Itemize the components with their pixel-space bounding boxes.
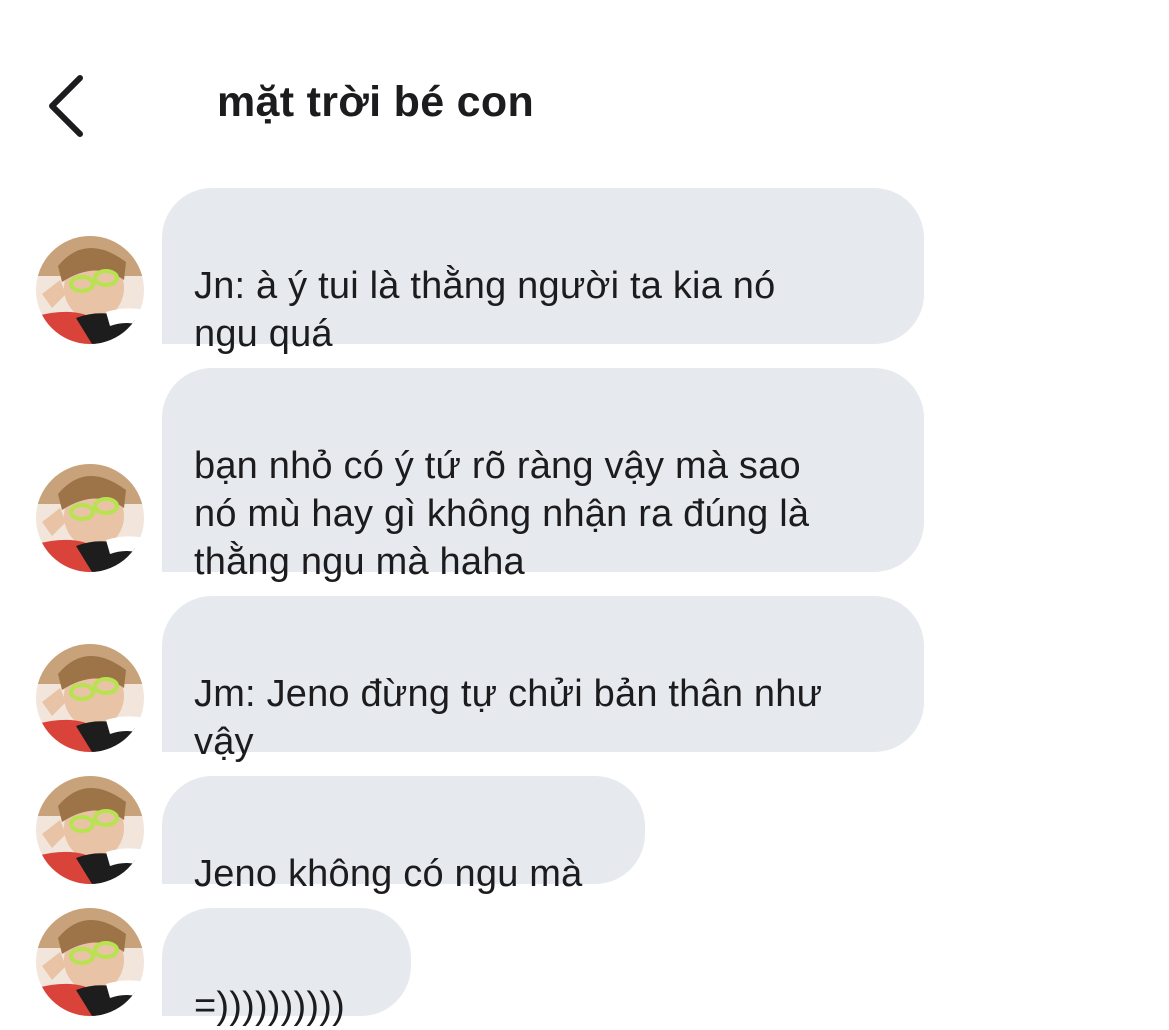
- message-bubble: Jm: Jeno đừng tự chửi bản thân như vậy: [162, 596, 924, 763]
- message-row: Jeno không có ngu mà: [0, 776, 1169, 895]
- profile-photo-avatar: [36, 908, 144, 1016]
- message-text: Jm: Jeno đừng tự chửi bản thân như vậy: [194, 673, 823, 763]
- avatar[interactable]: [36, 464, 144, 572]
- message-bubble: bạn nhỏ có ý tứ rõ ràng vậy mà sao nó mù…: [162, 368, 924, 583]
- message-text: Jeno không có ngu mà: [194, 853, 583, 895]
- profile-photo-avatar: [36, 776, 144, 884]
- message-row: Jn: à ý tui là thằng người ta kia nó ngu…: [0, 188, 1169, 355]
- message-text: =)))))))))): [194, 985, 345, 1027]
- message-row: Jm: Jeno đừng tự chửi bản thân như vậy: [0, 596, 1169, 763]
- avatar[interactable]: [36, 236, 144, 344]
- message-row: =)))))))))): [0, 908, 1169, 1027]
- message-bubble: Jeno không có ngu mà: [162, 776, 645, 895]
- avatar[interactable]: [36, 776, 144, 884]
- message-bubble: =)))))))))): [162, 908, 411, 1027]
- profile-photo-avatar: [36, 644, 144, 752]
- message-text: bạn nhỏ có ý tứ rõ ràng vậy mà sao nó mù…: [194, 445, 810, 583]
- profile-photo-avatar: [36, 464, 144, 572]
- message-row: bạn nhỏ có ý tứ rõ ràng vậy mà sao nó mù…: [0, 368, 1169, 583]
- message-list: Jn: à ý tui là thằng người ta kia nó ngu…: [0, 0, 1169, 1030]
- message-text: Jn: à ý tui là thằng người ta kia nó ngu…: [194, 265, 776, 355]
- avatar[interactable]: [36, 908, 144, 1016]
- avatar[interactable]: [36, 644, 144, 752]
- message-bubble: Jn: à ý tui là thằng người ta kia nó ngu…: [162, 188, 924, 355]
- profile-photo-avatar: [36, 236, 144, 344]
